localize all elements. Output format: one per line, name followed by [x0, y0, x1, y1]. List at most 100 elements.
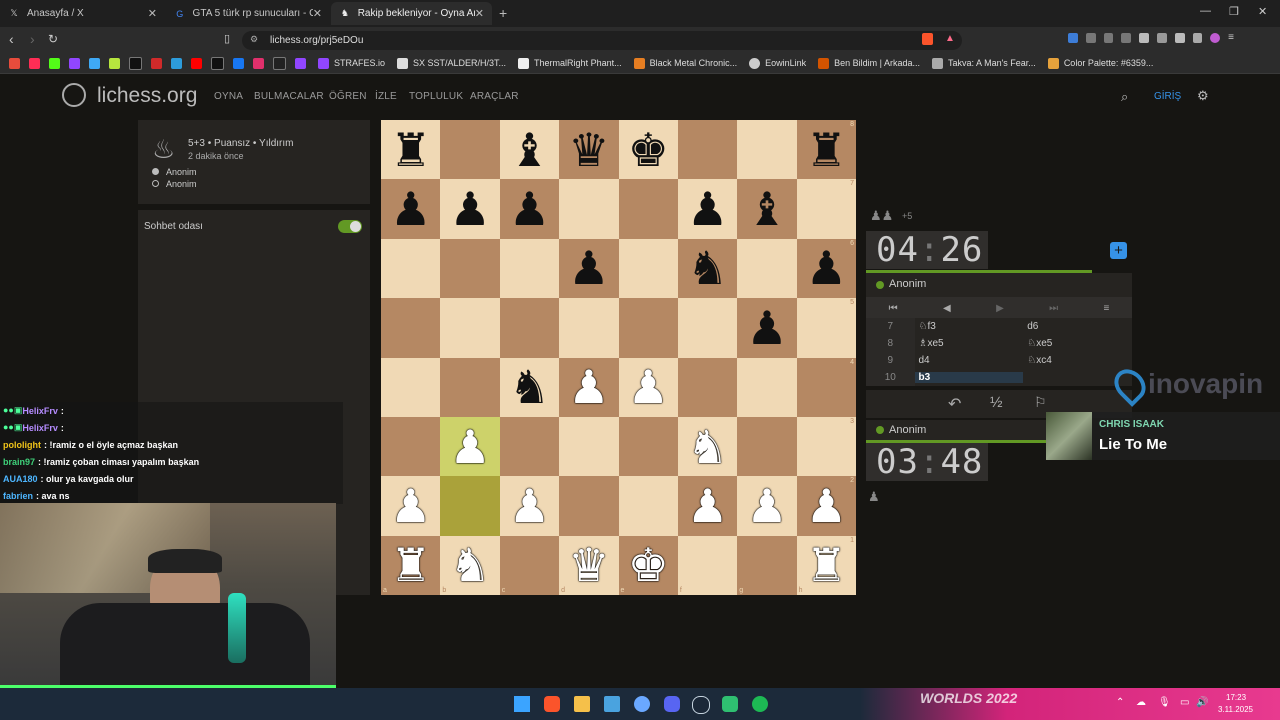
square-c6[interactable] [499, 238, 560, 299]
leo-icon[interactable] [1174, 33, 1185, 43]
square-g1[interactable]: g [737, 535, 797, 595]
reload-icon[interactable]: ↻ [48, 32, 58, 46]
clock-date[interactable]: 3.11.2025 [1218, 705, 1253, 714]
square-h4[interactable]: 4 [796, 357, 856, 417]
square-c2[interactable]: ♟ [499, 476, 560, 536]
white-pawn-icon[interactable]: ♟ [628, 364, 669, 410]
move-white[interactable]: ♘f3 [915, 321, 1024, 332]
square-g5[interactable]: ♟ [737, 298, 797, 358]
site-logo[interactable]: lichess.org [97, 84, 197, 108]
square-h6[interactable]: ♟ 6 [796, 238, 856, 299]
bookmark-icon[interactable] [9, 57, 20, 69]
square-g7[interactable]: ♝ [737, 179, 797, 239]
forward-icon[interactable]: › [30, 31, 35, 47]
square-a6[interactable] [381, 238, 441, 299]
bookmark-item[interactable]: EowinLink [749, 57, 806, 69]
square-f8[interactable] [677, 120, 738, 180]
black-knight-icon[interactable]: ♞ [687, 245, 728, 291]
nav-community[interactable]: TOPLULUK [409, 91, 463, 102]
nav-puzzles[interactable]: BULMACALAR [254, 91, 324, 102]
profile-icon[interactable] [1210, 33, 1221, 43]
brave-rewards-icon[interactable]: ▲ [945, 33, 955, 44]
square-c3[interactable] [499, 416, 560, 477]
white-pawn-icon[interactable]: ♟ [509, 483, 550, 529]
app-icon[interactable] [604, 696, 620, 712]
square-b4[interactable] [440, 357, 500, 417]
square-h1[interactable]: ♜ 1 h [796, 535, 856, 595]
move-white[interactable]: ♗xe5 [915, 338, 1024, 349]
maximize-icon[interactable]: ❐ [1229, 5, 1239, 18]
bookmark-icon[interactable] [69, 57, 80, 69]
extension-icon[interactable] [1121, 33, 1132, 43]
nav-tools[interactable]: ARAÇLAR [470, 91, 519, 102]
player-name[interactable]: Anonim [166, 179, 197, 189]
steam-icon[interactable] [692, 696, 710, 714]
windows-start-icon[interactable] [514, 696, 530, 712]
login-link[interactable]: GİRİŞ [1154, 91, 1181, 102]
mic-icon[interactable]: 🎙 [1158, 697, 1171, 708]
square-c7[interactable]: ♟ [499, 179, 560, 239]
bookmark-icon[interactable] [171, 57, 182, 69]
square-e7[interactable] [618, 179, 678, 239]
brave-taskbar-icon[interactable] [544, 696, 560, 712]
close-icon[interactable]: ✕ [475, 7, 484, 20]
tray-chevron-icon[interactable]: ⌃ [1116, 697, 1124, 708]
app-icon[interactable] [634, 696, 650, 712]
nav-learn[interactable]: ÖĞREN [329, 91, 367, 102]
move-black[interactable]: ♘xe5 [1023, 338, 1132, 349]
bookmark-icon[interactable] [89, 57, 100, 69]
black-queen-icon[interactable]: ♛ [568, 127, 609, 173]
bookmark-icon[interactable] [29, 57, 40, 69]
tab-google[interactable]: G GTA 5 türk rp sunucuları - Google'da ✕ [166, 2, 330, 25]
lichess-logo-icon[interactable] [62, 83, 86, 107]
white-pawn-icon[interactable]: ♟ [687, 483, 728, 529]
square-f5[interactable] [677, 298, 738, 358]
square-b2[interactable] [440, 476, 500, 536]
bookmark-item[interactable]: SX SST/ALDER/H/3T... [397, 57, 506, 69]
extension-icon[interactable] [1068, 33, 1078, 43]
black-pawn-icon[interactable]: ♟ [390, 186, 431, 232]
extension-icon[interactable] [1103, 33, 1114, 43]
bookmark-item[interactable]: STRAFES.io [318, 57, 385, 69]
bookmark-icon[interactable] [151, 57, 162, 69]
move-white-current[interactable]: b3 [914, 372, 1024, 383]
nav-play[interactable]: OYNA [214, 91, 243, 102]
square-f6[interactable]: ♞ [677, 238, 738, 299]
resign-flag-icon[interactable]: ⚐ [1034, 394, 1047, 411]
move-black[interactable]: ♘xc4 [1023, 355, 1132, 366]
sidebar-icon[interactable] [1139, 33, 1149, 43]
next-move-icon[interactable]: ▶ [996, 303, 1004, 314]
square-f7[interactable]: ♟ [677, 179, 738, 239]
chess-board[interactable]: ♜ ♝ ♛ ♚ ♜ 8 ♟ ♟ ♟ ♟ ♝ 7 ♟ ♞ ♟ 6 ♟ 5 ♞ ♟ ♟ 4 ♟ ♞ 3 ♟ ♟ ♟ ♟ ♟ 2 ♜ a ♞ b c ♛ d ♚ e… [381, 120, 856, 595]
black-pawn-icon[interactable]: ♟ [509, 186, 550, 232]
move-white[interactable]: d4 [915, 355, 1024, 366]
square-c4[interactable]: ♞ [499, 357, 560, 417]
new-tab-icon[interactable]: + [499, 5, 507, 21]
window-close-icon[interactable]: ✕ [1258, 5, 1267, 18]
opponent-name[interactable]: Anonim [889, 278, 926, 290]
square-e1[interactable]: ♚ e [618, 535, 678, 595]
white-pawn-icon[interactable]: ♟ [806, 483, 847, 529]
square-e6[interactable] [618, 238, 678, 299]
bookmark-icon[interactable] [233, 57, 244, 69]
square-b1[interactable]: ♞ b [440, 535, 500, 595]
white-knight-icon[interactable]: ♞ [687, 424, 728, 470]
close-icon[interactable]: ✕ [148, 7, 157, 20]
square-a5[interactable] [381, 298, 441, 358]
black-knight-icon[interactable]: ♞ [509, 364, 550, 410]
square-d8[interactable]: ♛ [559, 120, 619, 180]
square-f2[interactable]: ♟ [677, 476, 738, 536]
url-field[interactable]: lichess.org/prj5eDOu [242, 31, 962, 50]
settings-gear-icon[interactable]: ⚙ [1197, 88, 1209, 104]
square-c5[interactable] [499, 298, 560, 358]
tray-icon[interactable]: ☁ [1136, 697, 1146, 708]
explorer-icon[interactable] [574, 696, 590, 712]
square-d5[interactable] [559, 298, 619, 358]
prev-move-icon[interactable]: ◀ [943, 303, 951, 314]
square-b3[interactable]: ♟ [440, 416, 500, 477]
site-info-icon[interactable]: ⚙ [250, 34, 258, 45]
player-name-self[interactable]: Anonim [889, 424, 926, 436]
square-g8[interactable] [737, 120, 797, 180]
white-queen-icon[interactable]: ♛ [568, 542, 609, 588]
tab-x-home[interactable]: 𝕏 Anasayfa / X ✕ [0, 2, 165, 25]
